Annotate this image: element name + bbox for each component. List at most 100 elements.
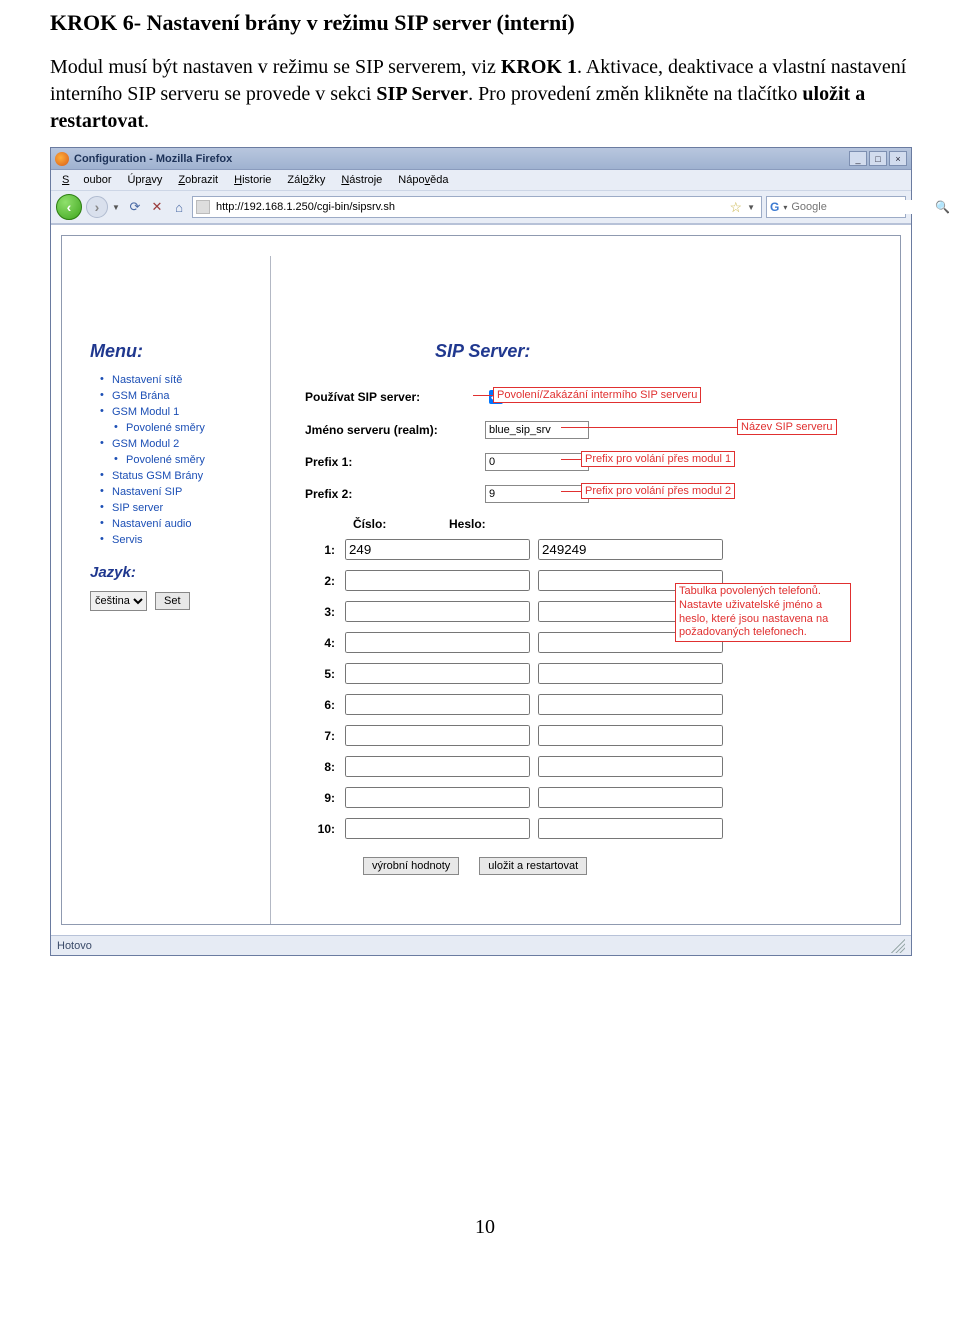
row-password-input[interactable] xyxy=(538,694,723,715)
row-number-input[interactable] xyxy=(345,756,530,777)
row-label: 4: xyxy=(305,636,345,650)
resize-grip[interactable] xyxy=(891,939,905,953)
home-icon[interactable]: ⌂ xyxy=(170,198,188,216)
firefox-icon xyxy=(55,152,69,166)
url-dropdown-icon[interactable]: ▼ xyxy=(744,203,758,212)
t: SIP Server xyxy=(376,83,468,105)
row-number-input[interactable] xyxy=(345,539,530,560)
reload-icon[interactable]: ⟳ xyxy=(126,198,144,216)
label-realm: Jméno serveru (realm): xyxy=(305,423,485,437)
doc-heading: KROK 6- Nastavení brány v režimu SIP ser… xyxy=(50,10,920,36)
row-number-input[interactable] xyxy=(345,663,530,684)
table-row: 8: xyxy=(305,756,880,777)
menu-history[interactable]: Historie xyxy=(227,172,278,188)
row-password-input[interactable] xyxy=(538,756,723,777)
menu-view[interactable]: Zobrazit xyxy=(171,172,225,188)
menu-bookmarks[interactable]: Záložky xyxy=(280,172,332,188)
menubar: Soubor Úpravy Zobrazit Historie Záložky … xyxy=(51,170,911,191)
sidebar-item-service[interactable]: Servis xyxy=(100,532,258,548)
sidebar-item-gsm-gateway[interactable]: GSM Brána xyxy=(100,388,258,404)
menu-file[interactable]: Soubor xyxy=(55,172,118,188)
doc-paragraph: Modul musí být nastaven v režimu se SIP … xyxy=(50,54,920,135)
url-input[interactable] xyxy=(214,198,728,216)
nav-history-dropdown[interactable]: ▼ xyxy=(112,203,122,212)
menu-tools[interactable]: Nástroje xyxy=(334,172,389,188)
page-frame: Menu: Nastavení sítě GSM Brána GSM Modul… xyxy=(61,235,901,925)
favicon xyxy=(196,200,210,214)
row-number-input[interactable] xyxy=(345,570,530,591)
row-number-input[interactable] xyxy=(345,725,530,746)
search-input[interactable] xyxy=(789,200,935,214)
t: . xyxy=(144,110,149,132)
stop-icon[interactable]: ✕ xyxy=(148,198,166,216)
row-label: 6: xyxy=(305,698,345,712)
row-password-input[interactable] xyxy=(538,663,723,684)
row-number-input[interactable] xyxy=(345,601,530,622)
close-button[interactable]: × xyxy=(889,151,907,166)
callout-line xyxy=(561,491,581,492)
sidebar-item-gsm1-routes[interactable]: Povolené směry xyxy=(100,420,258,436)
callout-enable: Povolení/Zakázání intermího SIP serveru xyxy=(493,387,701,403)
sidebar-title: Menu: xyxy=(90,341,258,362)
t: KROK 1 xyxy=(501,56,577,78)
set-language-button[interactable]: Set xyxy=(155,592,190,610)
sidebar-item-status[interactable]: Status GSM Brány xyxy=(100,468,258,484)
search-box[interactable]: G ▾ 🔍 xyxy=(766,196,906,218)
row-number-input[interactable] xyxy=(345,632,530,653)
google-icon: G xyxy=(770,200,779,214)
language-label: Jazyk: xyxy=(90,564,258,581)
language-select[interactable]: čeština xyxy=(90,591,147,611)
realm-input[interactable] xyxy=(485,421,589,439)
prefix1-input[interactable] xyxy=(485,453,589,471)
row-password-input[interactable] xyxy=(538,787,723,808)
sidebar-item-gsm2-routes[interactable]: Povolené směry xyxy=(100,452,258,468)
sidebar-item-network[interactable]: Nastavení sítě xyxy=(100,372,258,388)
menu-edit[interactable]: Úpravy xyxy=(120,172,169,188)
table-row: 9: xyxy=(305,787,880,808)
forward-button[interactable]: › xyxy=(86,196,108,218)
maximize-button[interactable]: □ xyxy=(869,151,887,166)
sidebar-item-gsm1[interactable]: GSM Modul 1 xyxy=(100,404,258,420)
sidebar-item-gsm2[interactable]: GSM Modul 2 xyxy=(100,436,258,452)
callout-prefix2: Prefix pro volání přes modul 2 xyxy=(581,483,735,499)
sidebar-item-sip-settings[interactable]: Nastavení SIP xyxy=(100,484,258,500)
search-engine-dropdown[interactable]: ▾ xyxy=(781,203,789,212)
col-password: Heslo: xyxy=(449,517,549,531)
status-text: Hotovo xyxy=(57,940,92,952)
table-row: 1: xyxy=(305,539,880,560)
page-content: Menu: Nastavení sítě GSM Brána GSM Modul… xyxy=(51,224,911,935)
callout-prefix1: Prefix pro volání přes modul 1 xyxy=(581,451,735,467)
menu-help[interactable]: Nápověda xyxy=(391,172,455,188)
row-password-input[interactable] xyxy=(538,539,723,560)
callout-line xyxy=(473,395,493,396)
back-button[interactable]: ‹ xyxy=(56,194,82,220)
callout-name: Název SIP serveru xyxy=(737,419,837,435)
row-number-input[interactable] xyxy=(345,818,530,839)
defaults-button[interactable]: výrobní hodnoty xyxy=(363,857,459,875)
row-label: 10: xyxy=(305,822,345,836)
table-header: Číslo: Heslo: xyxy=(305,517,880,531)
row-number-input[interactable] xyxy=(345,694,530,715)
main-panel: SIP Server: Používat SIP server: Jméno s… xyxy=(271,281,900,924)
status-bar: Hotovo xyxy=(51,935,911,955)
search-icon[interactable]: 🔍 xyxy=(935,200,950,214)
prefix2-input[interactable] xyxy=(485,485,589,503)
table-row: 10: xyxy=(305,818,880,839)
sidebar-item-sip-server[interactable]: SIP server xyxy=(100,500,258,516)
table-row: 6: xyxy=(305,694,880,715)
row-label: 9: xyxy=(305,791,345,805)
save-restart-button[interactable]: uložit a restartovat xyxy=(479,857,587,875)
row-password-input[interactable] xyxy=(538,818,723,839)
row-password-input[interactable] xyxy=(538,725,723,746)
minimize-button[interactable]: _ xyxy=(849,151,867,166)
row-number-input[interactable] xyxy=(345,787,530,808)
url-bar[interactable]: ☆ ▼ xyxy=(192,196,762,218)
callout-table: Tabulka povolených telefonů. Nastavte už… xyxy=(675,583,851,642)
label-prefix1: Prefix 1: xyxy=(305,455,485,469)
bookmark-star-icon[interactable]: ☆ xyxy=(728,199,745,216)
row-label: 5: xyxy=(305,667,345,681)
main-title: SIP Server: xyxy=(435,341,880,362)
sidebar-item-audio[interactable]: Nastavení audio xyxy=(100,516,258,532)
sidebar: Menu: Nastavení sítě GSM Brána GSM Modul… xyxy=(62,281,270,924)
sidebar-menu: Nastavení sítě GSM Brána GSM Modul 1 Pov… xyxy=(100,372,258,548)
